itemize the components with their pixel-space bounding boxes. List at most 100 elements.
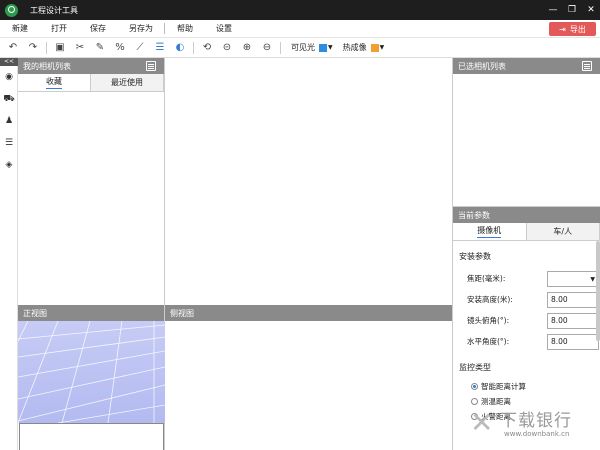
visible-light-dropdown-icon[interactable]: ▼: [328, 44, 333, 51]
redo-icon[interactable]: ↷: [26, 41, 40, 55]
tab-favorites[interactable]: 收藏: [18, 74, 91, 91]
watermark-logo-icon: ✕: [470, 406, 494, 439]
list-view-icon[interactable]: [582, 61, 592, 71]
param-row-focal: 焦距(毫米): ▼: [459, 268, 600, 289]
grid-floor: [18, 321, 165, 423]
app-title: 工程设计工具: [30, 5, 78, 15]
paint-icon[interactable]: ✎: [93, 41, 107, 55]
zoom-in-icon[interactable]: ⊕: [240, 41, 254, 55]
visible-light-color-swatch[interactable]: [319, 43, 327, 52]
window-controls: — ❐ ✕: [548, 0, 596, 20]
thermal-label: 热成像: [342, 43, 367, 52]
minimize-button[interactable]: —: [548, 5, 558, 15]
front-view-panel: 正视图: [18, 305, 165, 450]
tilt-label: 镜头俯角(°):: [467, 316, 510, 325]
side-view-title: 侧视图: [170, 308, 194, 318]
title-bar: 工程设计工具 — ❐ ✕: [0, 0, 600, 20]
mirror-icon[interactable]: ◐: [173, 41, 187, 55]
param-row-tilt: 镜头俯角(°): 8.00 ▲▼: [459, 310, 600, 331]
side-view-header: 侧视图: [165, 305, 452, 321]
tab-vehicle-person-label: 车/人: [553, 227, 573, 236]
front-view-viewport[interactable]: [18, 321, 165, 423]
fit-icon[interactable]: ⊝: [220, 41, 234, 55]
tab-vehicle-person[interactable]: 车/人: [527, 223, 600, 240]
thermal-dropdown-icon[interactable]: ▼: [380, 44, 385, 51]
focal-label: 焦距(毫米):: [467, 274, 506, 283]
param-row-height: 安装高度(米): 8.00 ▲▼: [459, 289, 600, 310]
params-scrollbar[interactable]: [596, 241, 600, 341]
main-canvas[interactable]: [165, 58, 453, 305]
side-view-panel: 侧视图: [165, 305, 453, 450]
app-logo-icon: [5, 3, 18, 17]
height-value: 8.00: [551, 295, 568, 304]
person-icon[interactable]: ♟: [0, 110, 18, 132]
focal-select[interactable]: ▼: [547, 270, 599, 287]
selected-cameras-title: 已选相机列表: [458, 61, 506, 71]
image-icon[interactable]: ▣: [53, 41, 67, 55]
watermark-text: 下载银行: [500, 411, 572, 431]
front-view-input[interactable]: [19, 423, 164, 450]
vehicle-icon[interactable]: ⛟: [0, 88, 18, 110]
menu-help[interactable]: 帮助: [177, 23, 193, 34]
zoom-out-icon[interactable]: ⊖: [260, 41, 274, 55]
thermal-color-swatch[interactable]: [370, 43, 379, 52]
camera-list-header: 我的相机列表: [18, 58, 164, 74]
align-icon[interactable]: ☰: [153, 41, 167, 55]
tab-favorites-label: 收藏: [46, 76, 62, 89]
ruler-icon[interactable]: ⟋: [133, 41, 147, 55]
restore-button[interactable]: ❐: [567, 5, 577, 15]
params-title: 当前参数: [458, 210, 490, 220]
camera-list-panel: 我的相机列表 收藏 最近使用: [18, 58, 165, 305]
param-row-pan: 水平角度(°): 8.00 ▲▼: [459, 331, 600, 352]
layers-icon[interactable]: ◈: [0, 154, 18, 176]
selected-cameras-panel: 已选相机列表: [453, 58, 600, 206]
list-view-icon[interactable]: [146, 61, 156, 71]
toolbar-divider: [280, 41, 281, 54]
menu-settings[interactable]: 设置: [216, 23, 232, 34]
install-section-title: 安装参数: [459, 252, 491, 261]
menu-save[interactable]: 保存: [90, 23, 106, 34]
list-icon[interactable]: ☰: [0, 132, 18, 154]
toolbar-divider: [193, 41, 194, 54]
radio-smart-distance[interactable]: 智能距离计算: [459, 379, 600, 394]
toolbar: ↶ ↷ ▣ ✂ ✎ % ⟋ ☰ ◐ ⟲ ⊝ ⊕ ⊖ 可见光 ▼ 热成像 ▼: [0, 38, 600, 58]
watermark-url: www.downbank.cn: [504, 430, 570, 438]
camera-list-tabs: 收藏 最近使用: [18, 74, 164, 92]
camera-list-title: 我的相机列表: [23, 61, 71, 71]
front-view-header: 正视图: [18, 305, 164, 321]
close-button[interactable]: ✕: [586, 5, 596, 15]
undo-icon[interactable]: ↶: [6, 41, 20, 55]
params-tabs: 摄像机 车/人: [453, 223, 600, 241]
tab-recent[interactable]: 最近使用: [91, 74, 164, 91]
monitor-section-title: 监控类型: [459, 363, 491, 372]
menu-save-as[interactable]: 另存为: [129, 23, 153, 34]
pan-label: 水平角度(°):: [467, 337, 510, 346]
toolbar-divider: [46, 41, 47, 54]
export-button[interactable]: ⇥ 导出: [549, 22, 596, 36]
camera-icon[interactable]: ◉: [0, 66, 18, 88]
pan-input[interactable]: 8.00 ▲▼: [547, 333, 599, 350]
selected-cameras-header: 已选相机列表: [453, 58, 600, 74]
params-body: 安装参数 焦距(毫米): ▼ 安装高度(米): 8.00 ▲▼ 镜头俯角(°):…: [453, 241, 600, 424]
percent-icon[interactable]: %: [113, 41, 127, 55]
pan-value: 8.00: [551, 337, 568, 346]
rotate-icon[interactable]: ⟲: [200, 41, 214, 55]
tilt-value: 8.00: [551, 316, 568, 325]
front-view-title: 正视图: [23, 308, 47, 318]
tab-recent-label: 最近使用: [111, 78, 143, 87]
tilt-input[interactable]: 8.00 ▲▼: [547, 312, 599, 329]
tool-icon[interactable]: ✂: [73, 41, 87, 55]
export-label: 导出: [569, 24, 586, 34]
height-label: 安装高度(米):: [467, 295, 513, 304]
visible-light-label: 可见光: [291, 43, 315, 52]
collapse-icon[interactable]: <<: [0, 58, 18, 66]
params-header: 当前参数: [453, 207, 600, 223]
tab-camera[interactable]: 摄像机: [453, 223, 527, 240]
menu-open[interactable]: 打开: [51, 23, 67, 34]
height-input[interactable]: 8.00 ▲▼: [547, 291, 599, 308]
menu-bar: 新建 打开 保存 另存为 帮助 设置 ⇥ 导出: [0, 20, 600, 38]
menu-divider: [164, 23, 165, 34]
tab-camera-label: 摄像机: [477, 225, 502, 238]
radio-selected-icon: [471, 383, 478, 390]
menu-new[interactable]: 新建: [12, 23, 28, 34]
